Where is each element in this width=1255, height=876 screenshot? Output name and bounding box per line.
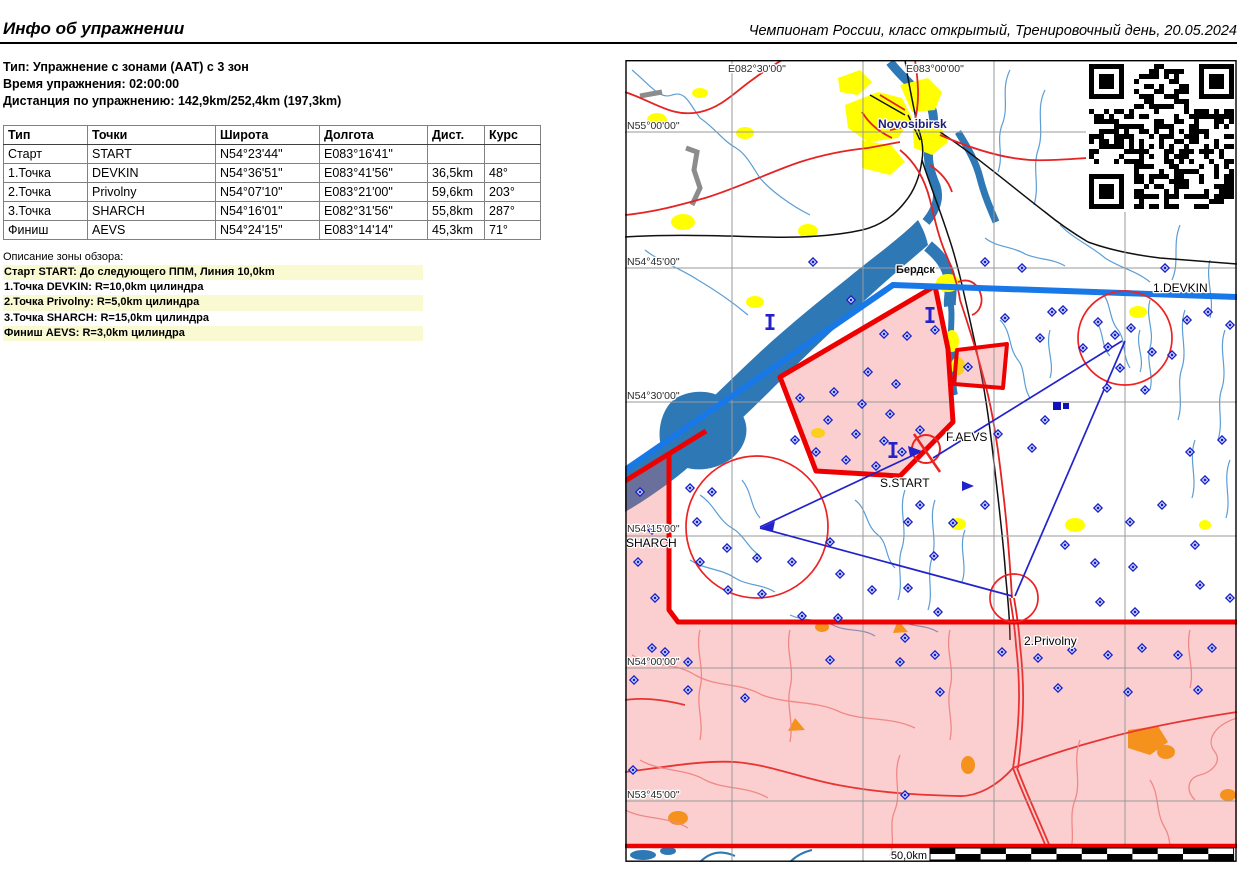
scale-label: 50,0km [891,850,927,862]
task-label-start: S.START [880,476,930,490]
restricted-airspace-fill [625,286,1237,845]
observation-zone-description: Описание зоны обзора: Старт START: До сл… [3,250,423,341]
zone-description-heading: Описание зоны обзора: [3,250,423,265]
scale-bar [930,848,1234,860]
table-row: 2.ТочкаPrivolnyN54°07'10"E083°21'00"59,6… [4,183,541,202]
lon-label: E082°30'00" [728,63,786,75]
lon-label: E083°00'00" [906,63,964,75]
task-type-line: Тип: Упражнение с зонами (AAT) с 3 зон [3,60,249,74]
col-points: Точки [88,126,216,145]
lat-label: N54°30'00" [627,390,680,402]
table-row: 1.ТочкаDEVKINN54°36'51"E083°41'56"36,5km… [4,164,541,183]
city-label-berdsk: Бердск [896,264,935,276]
col-course: Курс [485,126,541,145]
col-latitude: Широта [216,126,320,145]
lat-label: N54°45'00" [627,256,680,268]
qr-code [1086,61,1237,212]
zone-item-point2: 2.Точка Privolny: R=5,0km цилиндра [3,295,423,310]
zone-item-point3: 3.Точка SHARCH: R=15,0km цилиндра [3,311,423,326]
task-info-sheet: { "header": { "title": "Инфо об упражнен… [0,0,1255,876]
zone-item-finish: Финиш AEVS: R=3,0km цилиндра [3,326,423,341]
table-row: 3.ТочкаSHARCHN54°16'01"E082°31'56"55,8km… [4,202,541,221]
zone-item-start: Старт START: До следующего ППМ, Линия 10… [3,265,423,280]
city-label-novosibirsk: Novosibirsk [878,117,947,131]
col-distance: Дист. [428,126,485,145]
task-map: E082°30'00" E083°00'00" N55°00'00" N54°4… [625,60,1237,862]
table-header-row: Тип Точки Широта Долгота Дист. Курс [4,126,541,145]
task-time-line: Время упражнения: 02:00:00 [3,77,179,91]
header-rule [0,42,1237,44]
page-title: Инфо об упражнении [3,19,184,39]
lat-label: N53°45'00" [627,789,680,801]
gray-roads [640,92,700,205]
task-label-finish: F.AEVS [946,430,987,444]
task-label-devkin: 1.DEVKIN [1153,281,1208,295]
task-label-privolny: 2.Privolny [1024,634,1077,648]
lat-label: N54°00'00" [627,656,680,668]
lat-label: N55°00'00" [627,120,680,132]
col-type: Тип [4,126,88,145]
task-distance-line: Дистанция по упражнению: 142,9km/252,4km… [3,94,341,108]
landmark-squares [1053,402,1069,410]
col-longitude: Долгота [320,126,428,145]
contest-subtitle: Чемпионат России, класс открытый, Тренир… [749,23,1237,39]
waypoint-table: Тип Точки Широта Долгота Дист. Курс Стар… [3,125,541,240]
lat-label: N54°15'00" [627,523,680,535]
task-label-sharch: SHARCH [626,536,677,550]
zone-item-point1: 1.Точка DEVKIN: R=10,0km цилиндра [3,280,423,295]
table-row: СтартSTARTN54°23'44"E083°16'41" [4,145,541,164]
table-row: ФинишAEVSN54°24'15"E083°14'14"45,3km71° [4,221,541,240]
